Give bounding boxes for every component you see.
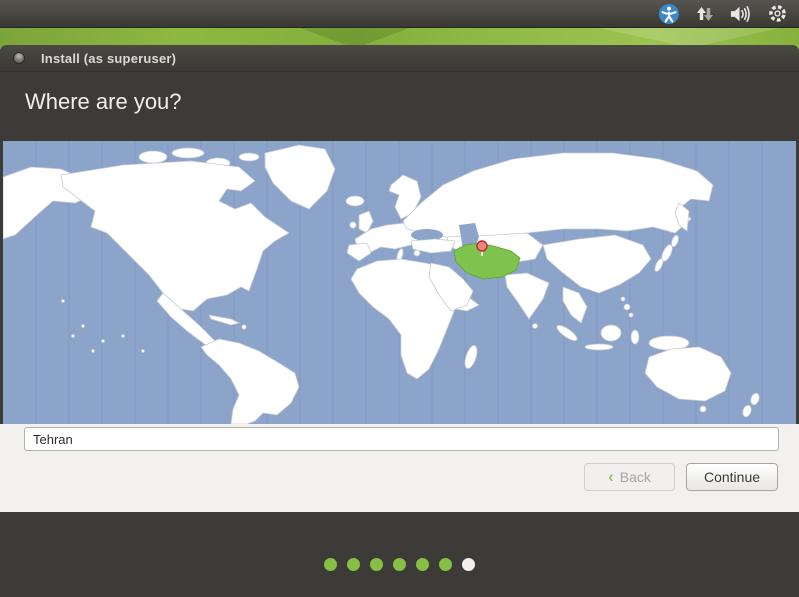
screen: Install (as superuser) Where are you? Te… bbox=[0, 0, 799, 597]
progress-dot-done bbox=[370, 558, 383, 571]
window-title: Install (as superuser) bbox=[41, 50, 177, 66]
top-panel bbox=[0, 0, 799, 28]
window-menu-dot-icon[interactable] bbox=[13, 52, 25, 64]
footer bbox=[0, 512, 799, 597]
panel-indicator-area bbox=[657, 2, 799, 26]
progress-dot-done bbox=[416, 558, 429, 571]
back-button[interactable]: ‹ Back bbox=[584, 463, 675, 491]
continue-button[interactable]: Continue bbox=[686, 463, 778, 491]
page-title: Where are you? bbox=[25, 89, 182, 114]
progress-dot-done bbox=[393, 558, 406, 571]
session-gear-icon[interactable] bbox=[765, 2, 789, 26]
back-label: Back bbox=[619, 469, 651, 485]
progress-dot-current bbox=[462, 558, 475, 571]
progress-dots bbox=[0, 558, 799, 571]
network-traffic-icon[interactable] bbox=[693, 2, 717, 26]
progress-dot-done bbox=[347, 558, 360, 571]
titlebar[interactable]: Install (as superuser) bbox=[0, 45, 799, 72]
progress-dot-done bbox=[439, 558, 452, 571]
world-map-svg bbox=[3, 141, 796, 424]
button-row: ‹ Back Continue bbox=[584, 463, 778, 491]
back-chevron-icon: ‹ bbox=[608, 466, 614, 486]
timezone-map[interactable] bbox=[3, 141, 796, 424]
continue-label: Continue bbox=[703, 469, 761, 485]
timezone-city-input[interactable] bbox=[24, 427, 779, 451]
progress-dot-done bbox=[324, 558, 337, 571]
accessibility-icon[interactable] bbox=[657, 2, 681, 26]
form-panel: ‹ Back Continue bbox=[0, 424, 799, 512]
volume-icon[interactable] bbox=[729, 2, 753, 26]
installer-window: Install (as superuser) Where are you? Te… bbox=[0, 45, 799, 597]
